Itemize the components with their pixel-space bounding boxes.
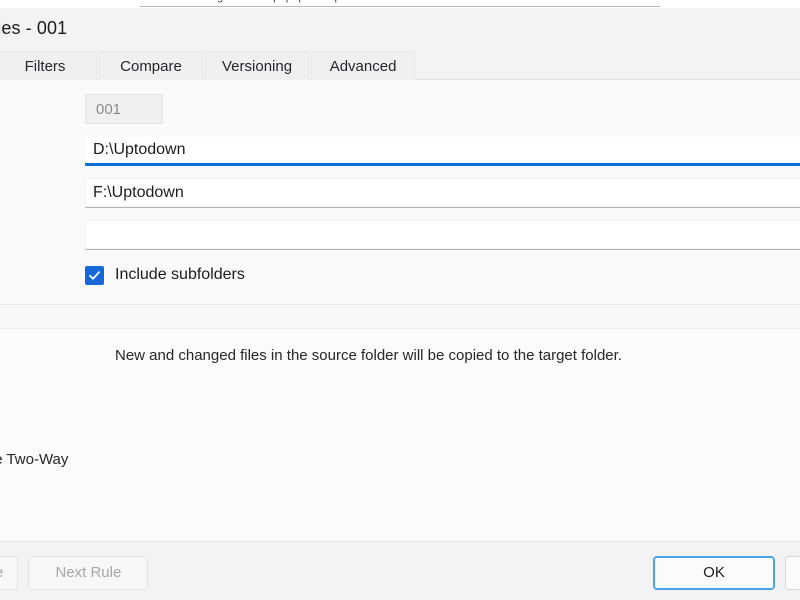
mode-backup-label: Back up	[0, 399, 115, 416]
source-folder-row: Source Folder D:\Uptodown	[0, 134, 800, 168]
dialog-titlebar: Rule Properties - 001	[0, 8, 800, 48]
tab-compare[interactable]: Compare	[99, 51, 203, 80]
description-label: Description	[0, 227, 85, 244]
mode-row-backup[interactable]: Back up	[0, 399, 800, 451]
mode-row-copy[interactable]: Copy New and changed files in the source…	[0, 347, 800, 399]
section-separator-band	[0, 305, 800, 329]
mode-row-sync-two-way[interactable]: Synchronize Two-Way	[0, 451, 800, 503]
tab-filters[interactable]: Filters	[0, 51, 97, 80]
description-input[interactable]	[85, 220, 800, 250]
next-rule-button[interactable]: Next Rule	[28, 555, 149, 590]
tab-versioning[interactable]: Versioning	[205, 51, 310, 80]
rule-number-value: 001	[85, 94, 163, 124]
cancel-button[interactable]: Cancel	[785, 555, 800, 590]
tab-filters-label: Filters	[24, 57, 66, 75]
target-folder-input[interactable]: F:\Uptodown	[85, 178, 800, 208]
source-folder-input[interactable]: D:\Uptodown	[85, 136, 800, 166]
sync-mode-group: Copy New and changed files in the source…	[0, 329, 800, 541]
include-subfolders-row[interactable]: Include subfolders	[0, 260, 800, 290]
fields-section: Rule Number 001 Source Folder D:\Uptodow…	[0, 80, 800, 305]
background-address-text: chrome://settings/content/popups — uptod…	[142, 0, 662, 3]
tab-advanced[interactable]: Advanced	[311, 51, 416, 80]
target-folder-label-link[interactable]: Target Folder	[0, 185, 85, 202]
target-folder-row: Target Folder F:\Uptodown	[0, 176, 800, 210]
rule-number-label: Rule Number	[0, 101, 85, 118]
background-divider	[140, 6, 660, 7]
include-subfolders-checkbox[interactable]	[85, 265, 104, 285]
tab-strip: General Filters Compare Versioning Advan…	[0, 48, 800, 80]
tab-compare-label: Compare	[120, 57, 182, 75]
include-subfolders-label: Include subfolders	[115, 266, 245, 283]
ok-button[interactable]: OK	[653, 555, 775, 590]
dialog-body: Rule Number 001 Source Folder D:\Uptodow…	[0, 80, 800, 541]
description-row: Description	[0, 218, 800, 252]
mode-sync-two-way-label: Synchronize Two-Way	[0, 451, 69, 468]
checkmark-icon	[89, 270, 100, 280]
tab-versioning-label: Versioning	[222, 57, 293, 75]
source-folder-label-link[interactable]: Source Folder	[0, 143, 85, 160]
dialog-footer: Previous Rule Next Rule OK Cancel	[0, 541, 800, 600]
mode-copy-description: New and changed files in the source fold…	[115, 347, 622, 364]
rule-number-row: Rule Number 001	[0, 92, 800, 126]
tab-advanced-label: Advanced	[329, 57, 397, 75]
rule-properties-dialog: Rule Properties - 001 General Filters Co…	[0, 8, 800, 600]
screen: chrome://settings/content/popups — uptod…	[0, 0, 800, 600]
previous-rule-button[interactable]: Previous Rule	[0, 555, 19, 590]
background-page-sliver: chrome://settings/content/popups — uptod…	[0, 0, 800, 8]
mode-copy-label: Copy	[0, 347, 115, 364]
dialog-title: Rule Properties - 001	[0, 17, 68, 38]
